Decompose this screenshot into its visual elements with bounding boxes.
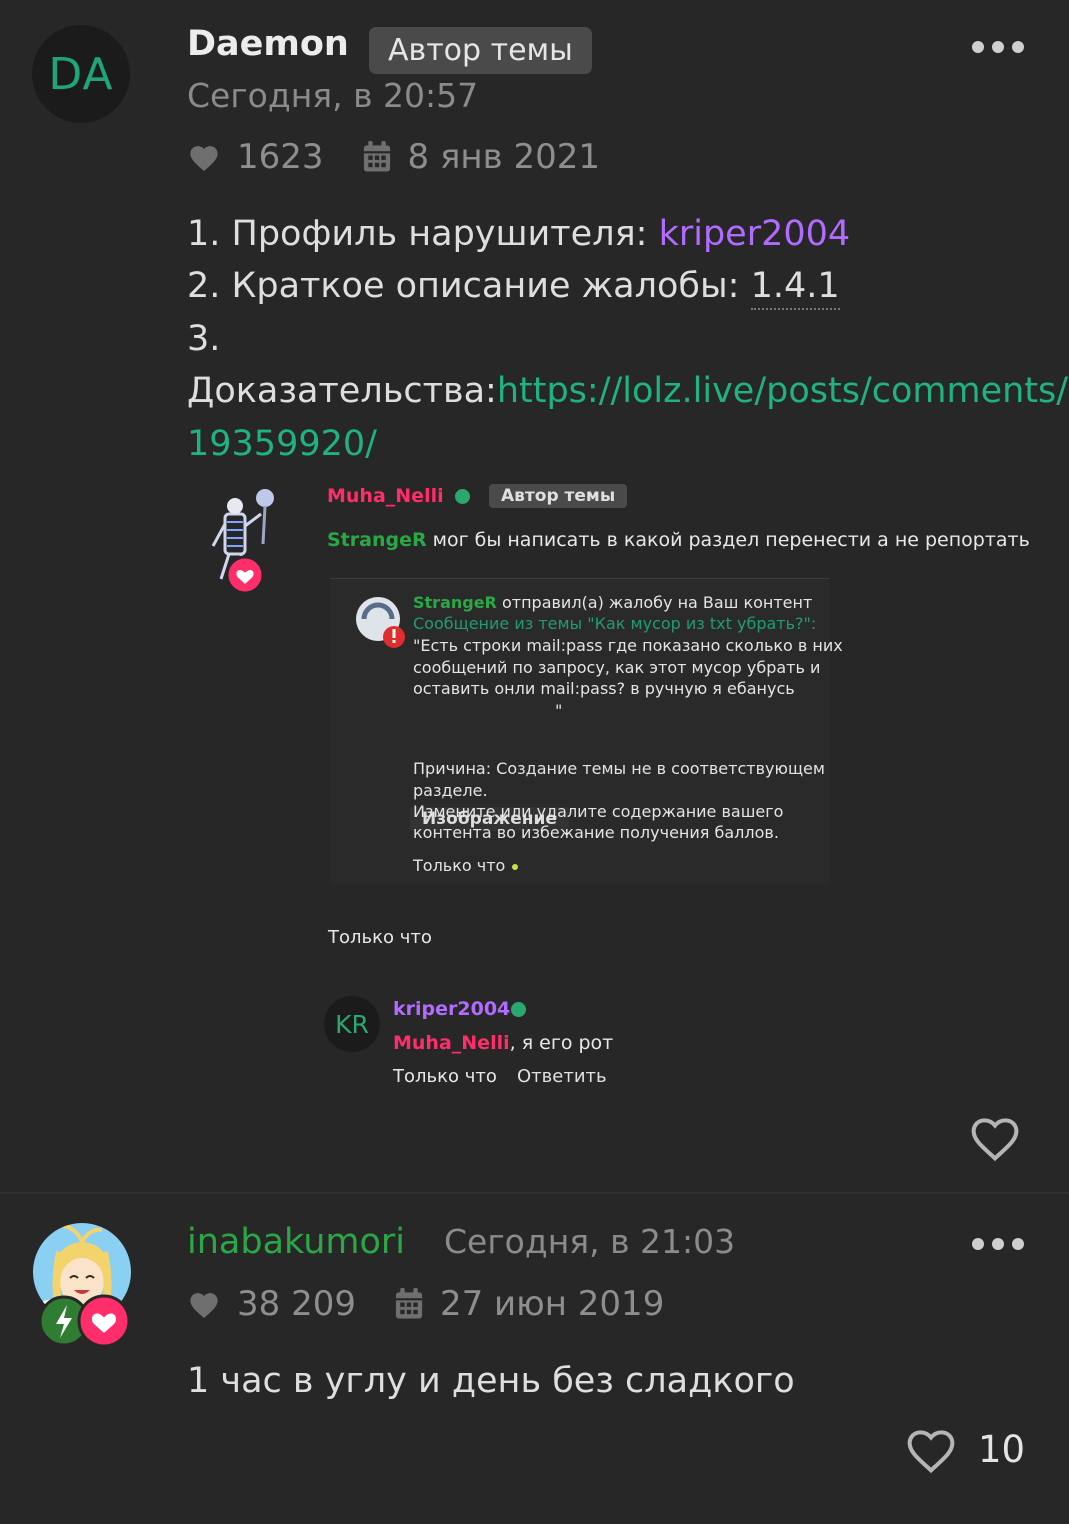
line-text: 1. Профиль нарушителя: (187, 214, 659, 254)
reply-author: kriper2004 (393, 998, 511, 1020)
user-stats: 38 209 27 июн 2019 (187, 1282, 664, 1326)
post-author-name[interactable]: Daemon (187, 24, 349, 64)
reply-action: Ответить (517, 1066, 607, 1087)
post-daemon: DA Daemon Автор темы Сегодня, в 20:57 16… (0, 0, 1069, 1192)
notif-reason-1: Причина: Создание темы не в соответствую… (413, 759, 825, 778)
unread-dot (512, 864, 518, 870)
complaint-notification: StrangeR отправил(а) жалобу на Ваш конте… (330, 578, 843, 883)
post-divider (0, 1192, 1069, 1194)
post-text: 1 час в углу и день без сладкого (187, 1361, 795, 1401)
heart-icon (190, 1293, 218, 1319)
reply-text: Muha_Nelli, я его рот (393, 1032, 613, 1054)
notif-reason-4: контента во избежание получения баллов. (413, 823, 779, 842)
like-count: 10 (978, 1428, 1026, 1471)
notif-time: Только что (413, 856, 506, 875)
notif-quote-end: " (555, 701, 563, 720)
avatar[interactable]: DA (32, 25, 130, 123)
screenshot-comment: StrangeR мог бы написать в какой раздел … (327, 529, 1030, 551)
screenshot-post-time: Только что (328, 927, 432, 948)
notif-action: отправил(а) жалобу на Ваш контент (496, 593, 813, 612)
reply-body: , я его рот (509, 1032, 614, 1054)
post-line-3: 3. (187, 319, 221, 359)
screenshot-author-badge: Автор темы (489, 484, 628, 508)
like-heart-icon[interactable] (968, 1112, 1022, 1162)
heart-badge-icon (225, 555, 265, 595)
like-heart-icon[interactable] (904, 1424, 958, 1474)
screenshot-author-name: Muha_Nelli (327, 485, 444, 507)
notif-reason-2: разделе. (413, 781, 488, 800)
likes-count: 1623 (237, 137, 324, 177)
post-timestamp[interactable]: Сегодня, в 21:03 (444, 1222, 735, 1261)
comment-text: мог бы написать в какой раздел перенести… (426, 529, 1030, 551)
post-author-name[interactable]: inabakumori (187, 1222, 405, 1262)
rule-reference[interactable]: 1.4.1 (750, 266, 840, 310)
violator-profile-link[interactable]: kriper2004 (659, 214, 851, 254)
warning-avatar-icon (356, 597, 405, 648)
line-text: Доказательства: (187, 371, 497, 411)
author-badge: Автор темы (369, 27, 592, 74)
join-date: 8 янв 2021 (407, 137, 601, 177)
reply-mention: Muha_Nelli (393, 1032, 510, 1054)
notif-quote-2: сообщений по запросу, как этот мусор убр… (413, 658, 821, 677)
post-line-1: 1. Профиль нарушителя: kriper2004 (187, 208, 850, 261)
likes-count: 38 209 (237, 1284, 356, 1324)
comment-user: StrangeR (327, 529, 427, 551)
notif-quote-3: оставить онли mail:pass? в ручную я ебан… (413, 679, 795, 698)
post-line-2: 2. Краткое описание жалобы: 1.4.1 (187, 260, 840, 313)
reply-time: Только что (393, 1066, 497, 1087)
reply-online-indicator (511, 1002, 526, 1017)
line-text: 2. Краткое описание жалобы: (187, 266, 751, 306)
more-options-icon[interactable] (972, 1236, 1024, 1252)
online-indicator (455, 489, 470, 504)
user-stats: 1623 8 янв 2021 (187, 135, 600, 179)
calendar-icon (395, 1288, 423, 1319)
notif-header: StrangeR отправил(а) жалобу на Ваш конте… (413, 593, 812, 612)
evidence-link[interactable]: https://lolz.live/posts/comments/ (497, 371, 1068, 411)
evidence-link-continued[interactable]: 19359920/ (187, 418, 377, 471)
notif-reason-3: Измените или удалите содержание вашего (413, 802, 784, 821)
evidence-screenshot[interactable]: Muha_Nelli Автор темы StrangeR мог бы на… (187, 470, 1030, 1110)
post-line-4: Доказательства:https://lolz.live/posts/c… (187, 365, 1068, 418)
join-date: 27 июн 2019 (439, 1284, 665, 1324)
heart-badge-icon (77, 1294, 131, 1348)
heart-icon (190, 146, 218, 172)
notif-sender: StrangeR (413, 593, 497, 612)
post-timestamp[interactable]: Сегодня, в 20:57 (187, 76, 478, 115)
notif-topic: Сообщение из темы "Как мусор из txt убра… (413, 614, 817, 633)
more-options-icon[interactable] (972, 39, 1024, 55)
reply-avatar: KR (324, 996, 380, 1052)
calendar-icon (363, 141, 390, 172)
notif-quote-1: "Есть строки mail:pass где показано скол… (413, 636, 843, 655)
